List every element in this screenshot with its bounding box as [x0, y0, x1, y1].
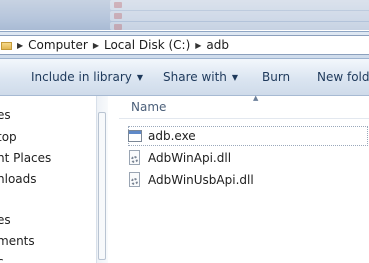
- include-in-library-label: Include in library: [31, 70, 132, 84]
- nav-item[interactable]: es: [0, 108, 11, 122]
- exe-file-icon: [128, 128, 142, 144]
- include-in-library-button[interactable]: Include in library ▼: [31, 70, 143, 84]
- sort-ascending-icon: ▲: [253, 94, 259, 102]
- nav-item[interactable]: top: [0, 130, 17, 144]
- column-header-name[interactable]: Name: [131, 100, 166, 114]
- breadcrumb-adb[interactable]: adb: [206, 38, 229, 52]
- background-window-row: [110, 0, 369, 10]
- burn-button[interactable]: Burn: [262, 70, 290, 84]
- file-name: AdbWinUsbApi.dll: [148, 173, 254, 187]
- nav-item[interactable]: nt Places: [0, 151, 51, 165]
- column-divider: [119, 118, 369, 119]
- file-row[interactable]: adb.exe: [128, 126, 196, 146]
- command-bar: Include in library ▼ Share with ▼ Burn New…: [0, 59, 369, 96]
- address-field[interactable]: ▶ Computer ▶ Local Disk (C:) ▶ adb: [0, 35, 369, 55]
- file-row[interactable]: AdbWinUsbApi.dll: [128, 170, 254, 190]
- address-bar: ▶ Computer ▶ Local Disk (C:) ▶ adb: [0, 31, 369, 59]
- folder-icon: [1, 40, 12, 50]
- dll-file-icon: [128, 150, 142, 166]
- nav-item[interactable]: ments: [0, 234, 35, 248]
- chevron-right-icon[interactable]: ▶: [93, 41, 99, 50]
- background-window-row: [110, 22, 369, 30]
- file-row[interactable]: AdbWinApi.dll: [128, 148, 231, 168]
- chevron-right-icon[interactable]: ▶: [17, 41, 23, 50]
- nav-item[interactable]: c: [0, 255, 4, 263]
- file-name: AdbWinApi.dll: [148, 151, 232, 165]
- chevron-right-icon[interactable]: ▶: [195, 41, 201, 50]
- nav-item[interactable]: nloads: [0, 172, 37, 186]
- breadcrumb-computer[interactable]: Computer: [28, 38, 88, 52]
- dropdown-arrow-icon: ▼: [231, 73, 239, 82]
- file-list: ▲ Name adb.exe AdbWinApi.dll AdbWinUsbAp…: [109, 94, 369, 263]
- background-window-row: [110, 11, 369, 21]
- share-with-label: Share with: [163, 70, 227, 84]
- scrollbar-thumb[interactable]: [98, 112, 106, 260]
- new-folder-button[interactable]: New folde: [317, 70, 369, 84]
- share-with-button[interactable]: Share with ▼: [163, 70, 238, 84]
- dll-file-icon: [128, 172, 142, 188]
- dropdown-arrow-icon: ▼: [136, 73, 144, 82]
- background-window: [0, 0, 369, 30]
- file-name: adb.exe: [148, 129, 196, 143]
- nav-item[interactable]: es: [0, 213, 11, 227]
- breadcrumb-local-disk[interactable]: Local Disk (C:): [104, 38, 190, 52]
- navigation-pane: es top nt Places nloads es ments c: [0, 96, 96, 263]
